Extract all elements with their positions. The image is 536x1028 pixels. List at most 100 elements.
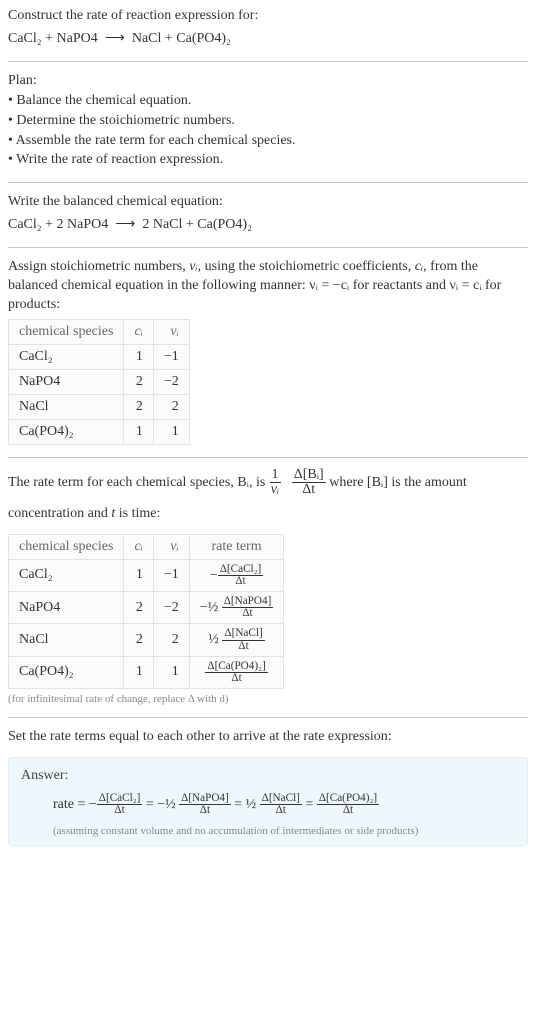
assign-pre: Assign stoichiometric numbers, [8,259,189,274]
col-ci: cᵢ [124,534,153,559]
balanced-header: Write the balanced chemical equation: [8,193,528,212]
cell-ci: 2 [124,369,153,394]
frac-den: νᵢ [269,483,281,497]
plan-bullet-4: • Write the rate of reaction expression. [8,151,528,170]
answer-assumption: (assuming constant volume and no accumul… [53,825,515,837]
cell-rate-term: −Δ[CaCl₂]Δt [189,559,284,591]
fraction-1-over-nu: 1 νᵢ [269,468,281,497]
rate-fraction-3: Δ[NaCl]Δt [260,793,302,816]
balanced-rhs: 2 NaCl + Ca(PO4)₂ [142,217,252,232]
table-row: Ca(PO4)₂ 1 1 Δ[Ca(PO4)₂]Δt [9,656,284,688]
cell-rate-term: ½ Δ[NaCl]Δt [189,624,284,656]
construct-text: Construct the rate of reaction expressio… [8,7,528,26]
cell-species: NaPO4 [9,591,124,623]
cell-ci: 1 [124,419,153,444]
divider [8,457,528,458]
frac-den: Δt [229,673,243,684]
rate-fraction-1: Δ[CaCl₂]Δt [97,793,143,816]
cell-vi: 1 [153,419,189,444]
stoichiometric-table: chemical species cᵢ νᵢ CaCl₂ 1 −1 NaPO4 … [8,319,190,445]
frac-den: Δt [240,608,254,619]
table-row: CaCl₂ 1 −1 [9,344,190,369]
cell-species: NaPO4 [9,369,124,394]
rate-fraction: Δ[NaPO4]Δt [222,596,274,619]
cell-vi: −2 [153,369,189,394]
table-row: NaCl 2 2 ½ Δ[NaCl]Δt [9,624,284,656]
rate-equals: rate = [53,797,89,812]
rate-lead: − [210,567,218,582]
col-vi: νᵢ [153,319,189,344]
rate-lead: −½ [200,600,222,615]
cell-species: NaCl [9,624,124,656]
frac-den: Δt [274,805,288,816]
equals-sign: = [146,797,157,812]
frac-num: Δ[CaCl₂] [218,564,264,576]
equals-sign: = [234,797,245,812]
rate-fraction-4: Δ[Ca(PO4)₂]Δt [317,793,379,816]
cell-ci: 2 [124,624,153,656]
cell-vi: 1 [153,656,189,688]
c-i: cᵢ [415,259,423,274]
divider [8,247,528,248]
frac-num: Δ[NaCl] [222,628,264,640]
cell-species: CaCl₂ [9,559,124,591]
cell-vi: −1 [153,344,189,369]
cell-vi: −1 [153,559,189,591]
frac-num: Δ[Bᵢ] [292,468,326,483]
arrow-icon: ⟶ [115,217,135,232]
cell-ci: 1 [124,656,153,688]
frac-den: Δt [233,576,247,587]
neg-sign: − [89,797,97,812]
balanced-lhs: CaCl₂ + 2 NaPO4 [8,217,108,232]
col-species: chemical species [9,534,124,559]
unbalanced-equation: CaCl₂ + NaPO4 ⟶ NaCl + Ca(PO4)₂ [8,28,528,49]
rate-term-table: chemical species cᵢ νᵢ rate term CaCl₂ 1… [8,534,284,690]
assign-mid: , using the stoichiometric coefficients, [198,259,415,274]
answer-box: Answer: rate = −Δ[CaCl₂]Δt = −½ Δ[NaPO4]… [8,757,528,846]
frac-num: 1 [270,468,281,483]
cell-ci: 2 [124,394,153,419]
rate-fraction: Δ[Ca(PO4)₂]Δt [205,661,267,684]
neg-half-sign: −½ [157,797,179,812]
fraction-dBi-dt: Δ[Bᵢ] Δt [292,468,326,497]
nu-i: νᵢ [189,259,197,274]
col-species: chemical species [9,319,124,344]
table-header-row: chemical species cᵢ νᵢ rate term [9,534,284,559]
equals-sign: = [305,797,316,812]
reaction-rhs: NaCl + Ca(PO4)₂ [132,31,231,46]
table-row: Ca(PO4)₂ 1 1 [9,419,190,444]
col-ci: cᵢ [124,319,153,344]
cell-species: CaCl₂ [9,344,124,369]
frac-den: Δt [341,805,355,816]
arrow-icon: ⟶ [105,31,125,46]
rate-fraction: Δ[CaCl₂]Δt [218,564,264,587]
plan-bullet-1: • Balance the chemical equation. [8,92,528,111]
table-row: CaCl₂ 1 −1 −Δ[CaCl₂]Δt [9,559,284,591]
cell-species: NaCl [9,394,124,419]
divider [8,717,528,718]
frac-den: Δt [112,805,126,816]
reaction-lhs: CaCl₂ + NaPO4 [8,31,98,46]
cell-rate-term: −½ Δ[NaPO4]Δt [189,591,284,623]
col-rate-term: rate term [189,534,284,559]
half-sign: ½ [246,797,260,812]
table-header-row: chemical species cᵢ νᵢ [9,319,190,344]
cell-species: Ca(PO4)₂ [9,656,124,688]
divider [8,61,528,62]
table-row: NaPO4 2 −2 [9,369,190,394]
divider [8,182,528,183]
rate-term-text: The rate term for each chemical species,… [8,468,528,530]
rate-term-pre: The rate term for each chemical species,… [8,475,269,490]
cell-ci: 2 [124,591,153,623]
cell-ci: 1 [124,344,153,369]
assign-text: Assign stoichiometric numbers, νᵢ, using… [8,258,528,315]
plan-header: Plan: [8,72,528,91]
answer-label: Answer: [21,768,515,784]
cell-rate-term: Δ[Ca(PO4)₂]Δt [189,656,284,688]
cell-vi: 2 [153,394,189,419]
document-page: Construct the rate of reaction expressio… [0,0,536,866]
table-row: NaCl 2 2 [9,394,190,419]
col-vi: νᵢ [153,534,189,559]
rate-term-end: is time: [115,506,160,521]
cell-species: Ca(PO4)₂ [9,419,124,444]
